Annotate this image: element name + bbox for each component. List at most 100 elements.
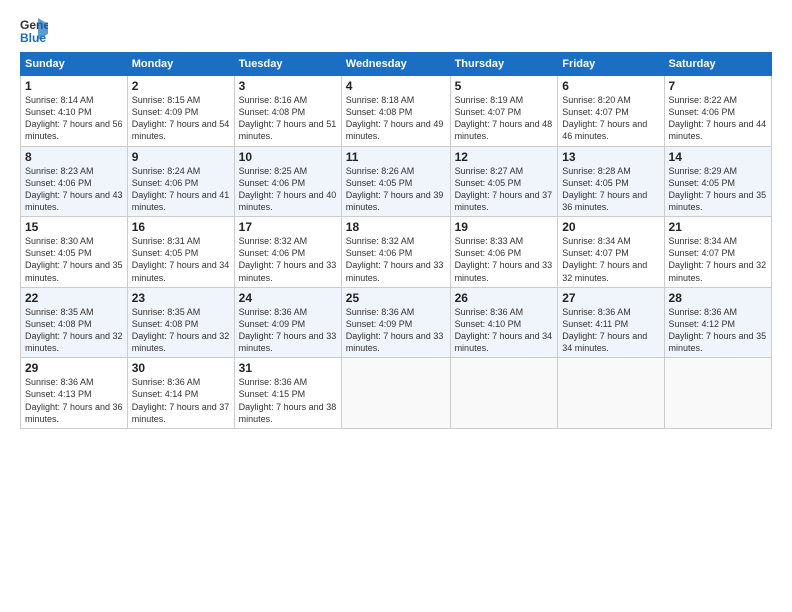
day-info: Sunrise: 8:27 AMSunset: 4:05 PMDaylight:… [455,165,554,214]
day-number: 4 [346,79,446,93]
day-number: 25 [346,291,446,305]
day-number: 16 [132,220,230,234]
day-cell: 25Sunrise: 8:36 AMSunset: 4:09 PMDayligh… [341,287,450,358]
logo: General Blue [20,16,52,44]
day-cell: 6Sunrise: 8:20 AMSunset: 4:07 PMDaylight… [558,76,664,147]
week-row-4: 22Sunrise: 8:35 AMSunset: 4:08 PMDayligh… [21,287,772,358]
day-cell: 21Sunrise: 8:34 AMSunset: 4:07 PMDayligh… [664,217,771,288]
day-cell: 15Sunrise: 8:30 AMSunset: 4:05 PMDayligh… [21,217,128,288]
day-info: Sunrise: 8:22 AMSunset: 4:06 PMDaylight:… [669,94,767,143]
day-info: Sunrise: 8:31 AMSunset: 4:05 PMDaylight:… [132,235,230,284]
day-cell: 11Sunrise: 8:26 AMSunset: 4:05 PMDayligh… [341,146,450,217]
day-info: Sunrise: 8:33 AMSunset: 4:06 PMDaylight:… [455,235,554,284]
day-info: Sunrise: 8:36 AMSunset: 4:15 PMDaylight:… [239,376,337,425]
day-info: Sunrise: 8:36 AMSunset: 4:14 PMDaylight:… [132,376,230,425]
day-cell: 26Sunrise: 8:36 AMSunset: 4:10 PMDayligh… [450,287,558,358]
week-row-1: 1Sunrise: 8:14 AMSunset: 4:10 PMDaylight… [21,76,772,147]
day-number: 13 [562,150,659,164]
col-header-friday: Friday [558,53,664,76]
day-number: 8 [25,150,123,164]
day-number: 23 [132,291,230,305]
header: General Blue [20,16,772,44]
day-number: 9 [132,150,230,164]
day-cell [341,358,450,429]
day-number: 18 [346,220,446,234]
day-cell: 30Sunrise: 8:36 AMSunset: 4:14 PMDayligh… [127,358,234,429]
col-header-monday: Monday [127,53,234,76]
day-info: Sunrise: 8:32 AMSunset: 4:06 PMDaylight:… [346,235,446,284]
day-cell: 19Sunrise: 8:33 AMSunset: 4:06 PMDayligh… [450,217,558,288]
header-row: SundayMondayTuesdayWednesdayThursdayFrid… [21,53,772,76]
day-number: 22 [25,291,123,305]
col-header-saturday: Saturday [664,53,771,76]
day-cell: 23Sunrise: 8:35 AMSunset: 4:08 PMDayligh… [127,287,234,358]
day-info: Sunrise: 8:34 AMSunset: 4:07 PMDaylight:… [562,235,659,284]
day-cell: 16Sunrise: 8:31 AMSunset: 4:05 PMDayligh… [127,217,234,288]
week-row-3: 15Sunrise: 8:30 AMSunset: 4:05 PMDayligh… [21,217,772,288]
day-number: 27 [562,291,659,305]
day-info: Sunrise: 8:36 AMSunset: 4:09 PMDaylight:… [346,306,446,355]
day-cell: 14Sunrise: 8:29 AMSunset: 4:05 PMDayligh… [664,146,771,217]
day-info: Sunrise: 8:28 AMSunset: 4:05 PMDaylight:… [562,165,659,214]
day-number: 14 [669,150,767,164]
col-header-wednesday: Wednesday [341,53,450,76]
day-info: Sunrise: 8:15 AMSunset: 4:09 PMDaylight:… [132,94,230,143]
day-cell: 7Sunrise: 8:22 AMSunset: 4:06 PMDaylight… [664,76,771,147]
day-number: 11 [346,150,446,164]
day-info: Sunrise: 8:36 AMSunset: 4:13 PMDaylight:… [25,376,123,425]
day-info: Sunrise: 8:36 AMSunset: 4:12 PMDaylight:… [669,306,767,355]
day-cell: 22Sunrise: 8:35 AMSunset: 4:08 PMDayligh… [21,287,128,358]
day-number: 10 [239,150,337,164]
day-info: Sunrise: 8:36 AMSunset: 4:11 PMDaylight:… [562,306,659,355]
day-number: 2 [132,79,230,93]
day-number: 21 [669,220,767,234]
day-number: 12 [455,150,554,164]
day-cell: 18Sunrise: 8:32 AMSunset: 4:06 PMDayligh… [341,217,450,288]
day-info: Sunrise: 8:36 AMSunset: 4:10 PMDaylight:… [455,306,554,355]
day-info: Sunrise: 8:19 AMSunset: 4:07 PMDaylight:… [455,94,554,143]
day-number: 31 [239,361,337,375]
day-number: 3 [239,79,337,93]
day-number: 26 [455,291,554,305]
page: General Blue SundayMondayTuesdayWednesda… [0,0,792,612]
col-header-tuesday: Tuesday [234,53,341,76]
col-header-sunday: Sunday [21,53,128,76]
day-cell: 20Sunrise: 8:34 AMSunset: 4:07 PMDayligh… [558,217,664,288]
day-info: Sunrise: 8:29 AMSunset: 4:05 PMDaylight:… [669,165,767,214]
day-cell [664,358,771,429]
day-cell: 8Sunrise: 8:23 AMSunset: 4:06 PMDaylight… [21,146,128,217]
day-cell: 10Sunrise: 8:25 AMSunset: 4:06 PMDayligh… [234,146,341,217]
day-cell [450,358,558,429]
day-cell: 29Sunrise: 8:36 AMSunset: 4:13 PMDayligh… [21,358,128,429]
day-cell: 1Sunrise: 8:14 AMSunset: 4:10 PMDaylight… [21,76,128,147]
day-number: 29 [25,361,123,375]
day-info: Sunrise: 8:36 AMSunset: 4:09 PMDaylight:… [239,306,337,355]
day-cell: 27Sunrise: 8:36 AMSunset: 4:11 PMDayligh… [558,287,664,358]
day-number: 7 [669,79,767,93]
day-info: Sunrise: 8:14 AMSunset: 4:10 PMDaylight:… [25,94,123,143]
day-info: Sunrise: 8:24 AMSunset: 4:06 PMDaylight:… [132,165,230,214]
day-cell: 9Sunrise: 8:24 AMSunset: 4:06 PMDaylight… [127,146,234,217]
day-cell: 4Sunrise: 8:18 AMSunset: 4:08 PMDaylight… [341,76,450,147]
day-number: 20 [562,220,659,234]
day-info: Sunrise: 8:32 AMSunset: 4:06 PMDaylight:… [239,235,337,284]
week-row-2: 8Sunrise: 8:23 AMSunset: 4:06 PMDaylight… [21,146,772,217]
day-number: 24 [239,291,337,305]
day-cell: 12Sunrise: 8:27 AMSunset: 4:05 PMDayligh… [450,146,558,217]
day-cell: 2Sunrise: 8:15 AMSunset: 4:09 PMDaylight… [127,76,234,147]
day-number: 30 [132,361,230,375]
calendar-table: SundayMondayTuesdayWednesdayThursdayFrid… [20,52,772,429]
day-number: 28 [669,291,767,305]
day-info: Sunrise: 8:35 AMSunset: 4:08 PMDaylight:… [25,306,123,355]
day-number: 1 [25,79,123,93]
day-info: Sunrise: 8:34 AMSunset: 4:07 PMDaylight:… [669,235,767,284]
day-info: Sunrise: 8:35 AMSunset: 4:08 PMDaylight:… [132,306,230,355]
day-cell [558,358,664,429]
day-number: 19 [455,220,554,234]
day-number: 6 [562,79,659,93]
day-info: Sunrise: 8:18 AMSunset: 4:08 PMDaylight:… [346,94,446,143]
day-cell: 3Sunrise: 8:16 AMSunset: 4:08 PMDaylight… [234,76,341,147]
day-info: Sunrise: 8:26 AMSunset: 4:05 PMDaylight:… [346,165,446,214]
day-info: Sunrise: 8:23 AMSunset: 4:06 PMDaylight:… [25,165,123,214]
col-header-thursday: Thursday [450,53,558,76]
